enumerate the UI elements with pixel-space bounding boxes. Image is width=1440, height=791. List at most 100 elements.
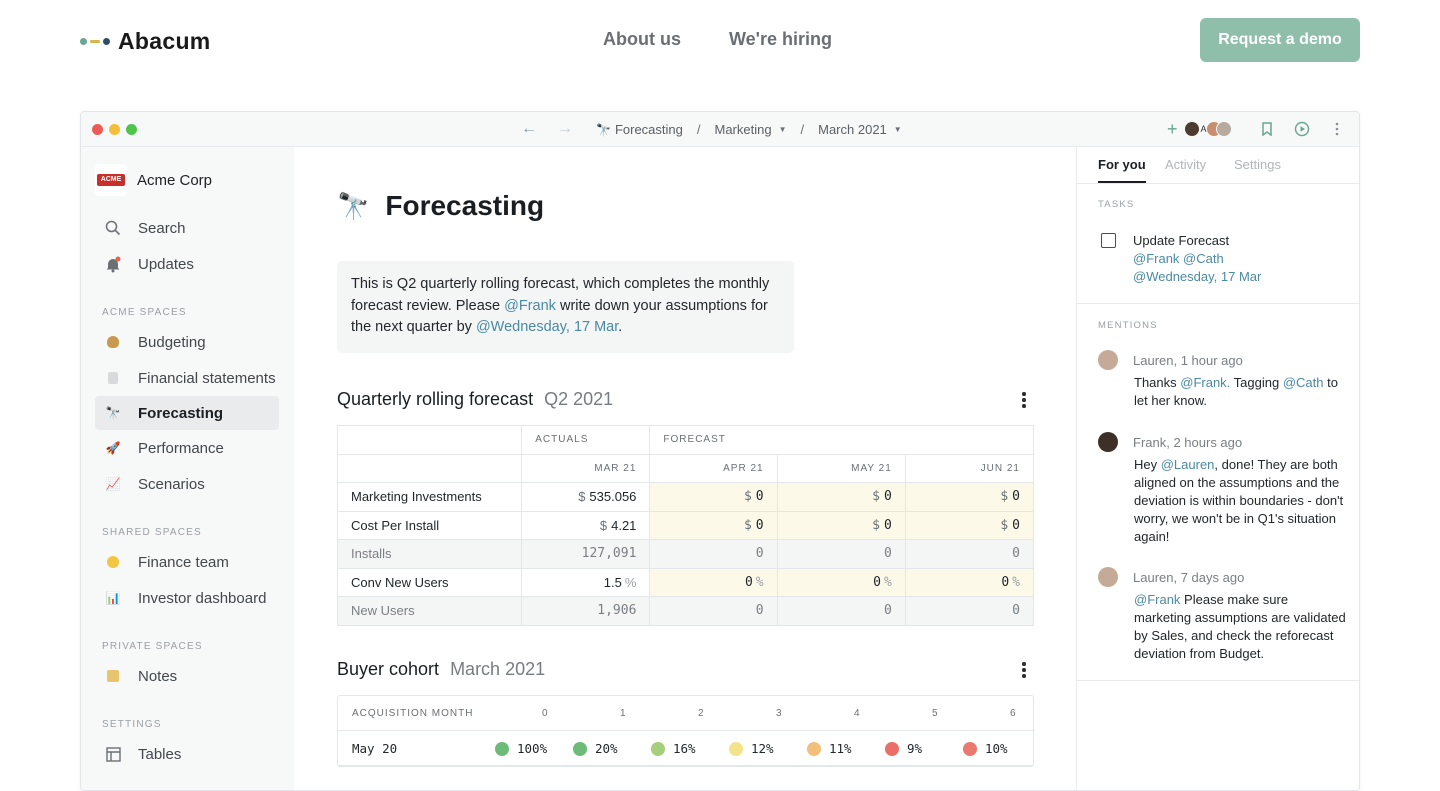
actual-cell[interactable]: $535.056 [521,482,651,512]
mention-link[interactable]: @Frank. [1180,375,1230,390]
maximize-window-icon[interactable] [126,124,137,135]
tab-settings[interactable]: Settings [1234,157,1281,172]
actual-cell[interactable]: 1.5% [521,567,651,597]
forecast-table-title: Quarterly rolling forecast Q2 2021 [337,389,614,409]
forecast-cell[interactable]: 0 [649,539,778,569]
mention-item[interactable]: Lauren, 1 hour ago Thanks @Frank. Tagging… [1098,350,1348,410]
abacum-logo[interactable]: Abacum [80,28,211,55]
forecast-cell[interactable]: 0 [904,539,1035,569]
forecast-cell[interactable]: 0 [776,539,906,569]
sidebar-item-performance[interactable]: 🚀 Performance [95,431,279,465]
forecast-cell[interactable]: 0 [649,596,778,626]
breadcrumb-separator: / [696,122,701,137]
cohort-table-title: Buyer cohort March 2021 [337,659,546,679]
breadcrumb-space[interactable]: Marketing [715,122,772,137]
table-menu-icon[interactable] [1021,662,1027,678]
column-header: MAY 21 [776,453,906,483]
sidebar-item-label: Budgeting [138,333,206,351]
sidebar-item-search[interactable]: Search [95,211,279,245]
sidebar-item-updates[interactable]: Updates [95,247,279,281]
retention-cell[interactable]: 100% [495,741,547,756]
more-options-icon[interactable] [1328,120,1346,138]
sidebar-item-label: Search [138,219,186,237]
task-title[interactable]: Update Forecast [1133,232,1261,250]
play-icon[interactable] [1293,120,1311,138]
mention-link[interactable]: @Frank [1134,592,1180,607]
sidebar-item-forecasting[interactable]: 🔭 Forecasting [95,396,279,430]
sidebar-item-budgeting[interactable]: Budgeting [95,325,279,359]
close-window-icon[interactable] [92,124,103,135]
retention-cell[interactable]: 11% [807,741,852,756]
page-heading[interactable]: Forecasting [385,190,544,222]
table-row: Marketing Investments $535.056 $0 $0 $0 [336,482,1035,512]
tab-for-you[interactable]: For you [1098,157,1146,183]
mention-item[interactable]: Frank, 2 hours ago Hey @Lauren, done! The… [1098,432,1348,546]
back-arrow-icon[interactable]: ← [521,120,537,138]
task-checkbox[interactable] [1101,233,1116,248]
forecast-cell[interactable]: 0 [776,596,906,626]
forecast-cell[interactable]: 0% [776,567,906,597]
breadcrumb-page[interactable]: Forecasting [615,122,683,137]
heat-dot-icon [495,741,509,756]
sidebar-item-investor-dashboard[interactable]: 📊 Investor dashboard [95,581,279,615]
sidebar-item-tables[interactable]: Tables [95,737,279,771]
actual-cell[interactable]: 1,906 [521,596,651,626]
activity-panel: For you Activity Settings TASKS Update F… [1076,147,1359,790]
chevron-down-icon[interactable]: ▼ [779,125,787,134]
org-switcher[interactable]: ACME Acme Corp [95,164,212,196]
retention-cell[interactable]: 20% [573,741,618,756]
mention-link[interactable]: @Cath [1283,375,1324,390]
mention-link[interactable]: @Wednesday, 17 Mar [476,319,618,335]
task-due-date[interactable]: @Wednesday, 17 Mar [1133,268,1261,286]
task-item: Update Forecast @Frank @Cath @Wednesday,… [1101,232,1261,286]
forecast-cell[interactable]: $0 [904,510,1035,540]
table-menu-icon[interactable] [1021,392,1027,408]
actual-cell[interactable]: $4.21 [521,510,651,540]
retention-cell[interactable]: 12% [729,741,774,756]
retention-cell[interactable]: 9% [885,741,922,756]
forecast-cell[interactable]: $0 [904,482,1035,512]
request-demo-button[interactable]: Request a demo [1200,18,1360,62]
task-assignees[interactable]: @Frank @Cath [1133,250,1261,268]
column-header: 2 [698,708,705,719]
minimize-window-icon[interactable] [109,124,120,135]
mention-link[interactable]: @Frank [504,298,556,314]
sidebar-item-finance-team[interactable]: Finance team [95,545,279,579]
forecast-cell[interactable]: 0% [904,567,1035,597]
forecast-cell[interactable]: 0 [904,596,1035,626]
history-nav: ← → [521,120,573,138]
section-heading: PRIVATE SPACES [102,641,203,652]
sidebar: ACME Acme Corp Search Updates ACME SPACE… [81,147,294,790]
nav-link-about[interactable]: About us [603,29,681,50]
forecast-cell[interactable]: $0 [649,510,778,540]
forecast-cell[interactable]: $0 [776,510,906,540]
sidebar-item-financial-statements[interactable]: Financial statements [95,361,279,395]
forecast-cell[interactable]: $0 [776,482,906,512]
add-collaborator-icon[interactable]: + [1167,120,1178,138]
chevron-down-icon[interactable]: ▼ [894,125,902,134]
table-row: Conv New Users 1.5% 0% 0% 0% [336,567,1035,597]
actual-cell[interactable]: 127,091 [521,539,651,569]
sidebar-item-notes[interactable]: Notes [95,659,279,693]
sidebar-item-scenarios[interactable]: 📈 Scenarios [95,467,279,501]
telescope-icon: 🔭 [596,122,611,137]
mention-link[interactable]: @Lauren [1161,457,1215,472]
retention-cell[interactable]: 10% [963,741,1008,756]
forecast-note[interactable]: This is Q2 quarterly rolling forecast, w… [337,261,794,353]
tab-activity[interactable]: Activity [1165,157,1206,172]
forward-arrow-icon[interactable]: → [557,120,573,138]
sidebar-item-label: Forecasting [138,404,224,422]
avatar [1098,432,1118,452]
bookmark-icon[interactable] [1258,120,1276,138]
mention-item[interactable]: Lauren, 7 days ago @Frank Please make sur… [1098,567,1348,663]
forecast-cell[interactable]: $0 [649,482,778,512]
breadcrumb-period[interactable]: March 2021 [818,122,887,137]
collaborator-avatars[interactable]: A [1183,121,1232,137]
site-nav-links: About us We're hiring [603,29,832,50]
retention-cell[interactable]: 16% [651,741,696,756]
window-controls [92,124,137,135]
avatar [1098,567,1118,587]
logo-mark-icon [80,38,110,45]
nav-link-hiring[interactable]: We're hiring [729,29,832,50]
forecast-cell[interactable]: 0% [649,567,778,597]
